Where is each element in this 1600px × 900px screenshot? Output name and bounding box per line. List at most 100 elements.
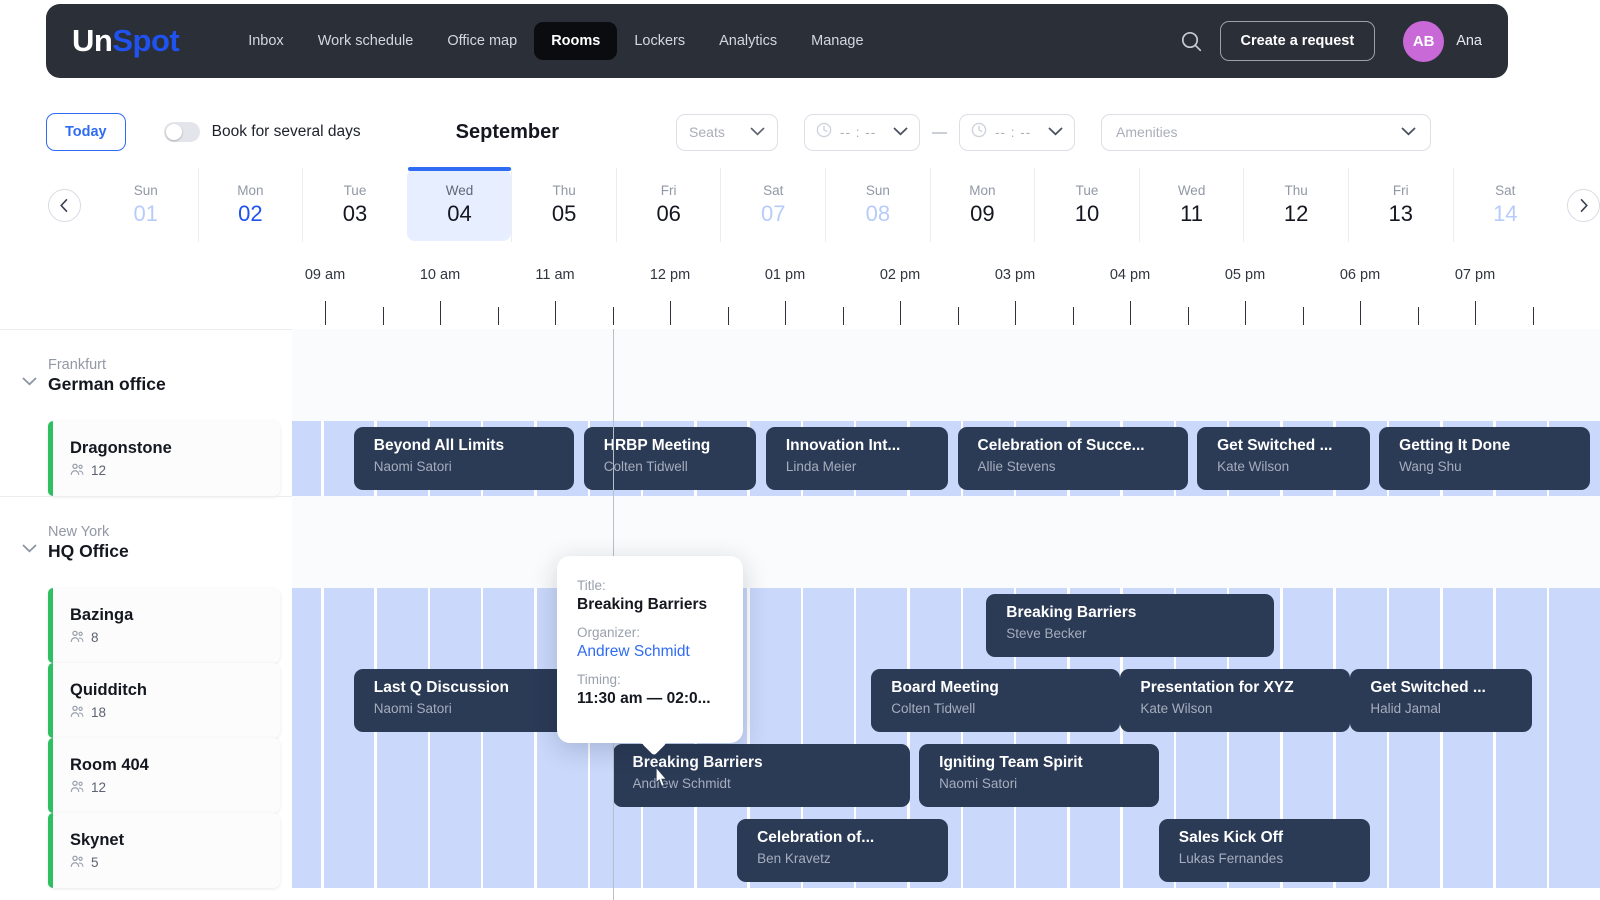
day-cell-11[interactable]: Wed 11 (1138, 168, 1244, 242)
time-to-select[interactable]: -- : -- (959, 113, 1076, 151)
availability-slot[interactable] (536, 813, 588, 888)
nav-item-lockers[interactable]: Lockers (617, 22, 702, 60)
availability-slot[interactable] (749, 588, 801, 663)
book-several-days-toggle[interactable]: Book for several days (163, 122, 361, 142)
availability-slot[interactable] (376, 738, 428, 813)
nav-item-rooms[interactable]: Rooms (534, 22, 618, 60)
event-card[interactable]: Breaking Barriers Steve Becker (986, 594, 1274, 657)
day-cell-01[interactable]: Sun 01 (94, 168, 198, 242)
day-cell-08[interactable]: Sun 08 (825, 168, 930, 242)
availability-slot[interactable] (1069, 813, 1121, 888)
availability-slot[interactable] (536, 738, 588, 813)
event-card[interactable]: Get Switched ... Halid Jamal (1350, 669, 1533, 732)
chevron-left-icon[interactable] (48, 188, 81, 222)
room-card[interactable]: Bazinga 8 (48, 588, 280, 663)
availability-slot[interactable] (1495, 813, 1547, 888)
day-cell-12[interactable]: Thu 12 (1243, 168, 1348, 242)
office-group-header[interactable]: Frankfurt German office (0, 329, 292, 421)
day-cell-03[interactable]: Tue 03 (302, 168, 407, 242)
event-card[interactable]: Sales Kick Off Lukas Fernandes (1158, 819, 1370, 882)
availability-slot[interactable] (323, 588, 375, 663)
avatar[interactable]: AB (1403, 20, 1445, 62)
event-card[interactable]: Celebration of... Ben Kravetz (737, 819, 948, 882)
day-cell-13[interactable]: Fri 13 (1347, 168, 1453, 242)
availability-slot[interactable] (323, 813, 375, 888)
event-card[interactable]: Innovation Int... Linda Meier (765, 427, 948, 490)
day-cell-02[interactable]: Mon 02 (197, 168, 303, 242)
nav-item-analytics[interactable]: Analytics (702, 22, 794, 60)
event-card[interactable]: Igniting Team Spirit Naomi Satori (919, 744, 1159, 807)
day-cell-09[interactable]: Mon 09 (929, 168, 1035, 242)
time-from-select[interactable]: -- : -- (804, 113, 921, 151)
event-card[interactable]: Board Meeting Colten Tidwell (871, 669, 1121, 732)
room-card[interactable]: Skynet 5 (48, 813, 280, 888)
availability-slot[interactable] (1335, 738, 1387, 813)
availability-slot[interactable] (590, 813, 641, 888)
availability-slot[interactable] (292, 588, 322, 663)
nav-item-manage[interactable]: Manage (794, 22, 880, 60)
nav-item-office-map[interactable]: Office map (430, 22, 534, 60)
day-cell-04[interactable]: Wed 04 (406, 167, 512, 241)
event-card[interactable]: Getting It Done Wang Shu (1379, 427, 1590, 490)
nav-item-work-schedule[interactable]: Work schedule (301, 22, 431, 60)
room-card[interactable]: Room 404 12 (48, 738, 280, 813)
availability-slot[interactable] (1549, 738, 1600, 813)
availability-slot[interactable] (292, 663, 322, 738)
availability-slot[interactable] (1549, 588, 1600, 663)
availability-slot[interactable] (1229, 738, 1281, 813)
app-logo[interactable]: UnSpot (72, 23, 180, 59)
search-icon[interactable] (1174, 23, 1210, 59)
availability-slot[interactable] (483, 588, 535, 663)
availability-slot[interactable] (430, 588, 481, 663)
availability-slot[interactable] (1442, 813, 1494, 888)
chevron-down-icon[interactable] (22, 540, 37, 558)
availability-slot[interactable] (1442, 738, 1494, 813)
availability-slot[interactable] (483, 738, 535, 813)
availability-slot[interactable] (430, 738, 481, 813)
room-card[interactable]: Dragonstone 12 (48, 421, 280, 496)
office-group-header[interactable]: New York HQ Office (0, 496, 292, 588)
nav-item-inbox[interactable]: Inbox (231, 22, 300, 60)
availability-slot[interactable] (376, 588, 428, 663)
availability-slot[interactable] (323, 738, 375, 813)
availability-slot[interactable] (292, 421, 322, 496)
day-cell-10[interactable]: Tue 10 (1034, 168, 1139, 242)
availability-slot[interactable] (1549, 663, 1600, 738)
day-cell-07[interactable]: Sat 07 (720, 168, 825, 242)
availability-slot[interactable] (749, 663, 801, 738)
availability-slot[interactable] (1495, 738, 1547, 813)
room-card[interactable]: Quidditch 18 (48, 663, 280, 738)
availability-slot[interactable] (803, 663, 854, 738)
availability-slot[interactable] (1389, 588, 1441, 663)
availability-slot[interactable] (1016, 813, 1068, 888)
availability-slot[interactable] (1282, 738, 1334, 813)
seats-filter-select[interactable]: Seats (676, 113, 779, 151)
availability-slot[interactable] (376, 813, 428, 888)
event-card[interactable]: HRBP Meeting Colten Tidwell (583, 427, 757, 490)
toggle-switch[interactable] (163, 122, 200, 142)
availability-slot[interactable] (292, 813, 322, 888)
event-card[interactable]: Get Switched ... Kate Wilson (1197, 427, 1370, 490)
amenities-filter-select[interactable]: Amenities (1101, 113, 1432, 151)
availability-slot[interactable] (1389, 738, 1441, 813)
tooltip-organizer-value[interactable]: Andrew Schmidt (577, 643, 743, 661)
availability-slot[interactable] (1549, 813, 1600, 888)
availability-slot[interactable] (1335, 588, 1387, 663)
chevron-down-icon[interactable] (22, 373, 37, 391)
availability-slot[interactable] (1282, 588, 1334, 663)
event-card[interactable]: Beyond All Limits Naomi Satori (353, 427, 575, 490)
chevron-right-icon[interactable] (1567, 188, 1600, 222)
availability-slot[interactable] (483, 813, 535, 888)
availability-slot[interactable] (963, 813, 1014, 888)
event-card[interactable]: Presentation for XYZ Kate Wilson (1120, 669, 1351, 732)
availability-slot[interactable] (1389, 813, 1441, 888)
availability-slot[interactable] (643, 813, 695, 888)
today-button[interactable]: Today (46, 113, 126, 151)
create-request-button[interactable]: Create a request (1219, 21, 1376, 61)
event-card[interactable]: Last Q Discussion Naomi Satori (353, 669, 575, 732)
day-cell-14[interactable]: Sat 14 (1452, 168, 1558, 242)
event-card[interactable]: Celebration of Succe... Allie Stevens (957, 427, 1188, 490)
day-cell-06[interactable]: Fri 06 (615, 168, 721, 242)
day-cell-05[interactable]: Thu 05 (511, 168, 616, 242)
availability-slot[interactable] (909, 588, 961, 663)
